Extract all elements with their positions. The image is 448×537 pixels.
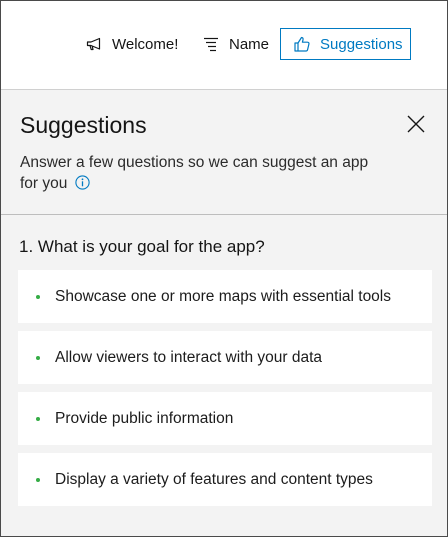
question-heading: 1. What is your goal for the app?	[19, 237, 265, 256]
text-lines-icon	[202, 35, 220, 53]
thumbs-up-icon	[293, 35, 311, 53]
option-label: Display a variety of features and conten…	[55, 470, 373, 488]
option-public-information[interactable]: Provide public information	[18, 392, 432, 445]
option-label: Showcase one or more maps with essential…	[55, 287, 391, 305]
option-label: Provide public information	[55, 409, 234, 427]
info-icon[interactable]	[75, 175, 90, 190]
bullet-icon	[36, 294, 40, 299]
option-label: Allow viewers to interact with your data	[55, 348, 323, 366]
suggestions-label: Suggestions	[320, 35, 403, 53]
close-button[interactable]	[405, 113, 427, 135]
close-icon	[407, 115, 425, 133]
welcome-button[interactable]: Welcome!	[85, 28, 178, 60]
answer-options-list: Showcase one or more maps with essential…	[18, 270, 432, 514]
bullet-icon	[36, 477, 40, 482]
bullet-icon	[36, 416, 40, 421]
option-interact-data[interactable]: Allow viewers to interact with your data	[18, 331, 432, 384]
name-label: Name	[229, 35, 270, 53]
suggestions-panel-header: Suggestions Answer a few questions so we…	[1, 90, 447, 215]
app-window: Welcome! Name Suggestions Suggestions An…	[0, 0, 448, 537]
suggestions-button[interactable]: Suggestions	[280, 28, 411, 60]
panel-title: Suggestions	[20, 112, 147, 138]
panel-description: Answer a few questions so we can suggest…	[20, 152, 380, 194]
name-button[interactable]: Name	[202, 28, 269, 60]
description-text: Answer a few questions so we can suggest…	[20, 154, 369, 192]
megaphone-icon	[85, 35, 103, 53]
option-variety-features[interactable]: Display a variety of features and conten…	[18, 453, 432, 506]
top-toolbar: Welcome! Name Suggestions	[1, 1, 447, 90]
welcome-label: Welcome!	[112, 35, 179, 53]
option-showcase-maps[interactable]: Showcase one or more maps with essential…	[18, 270, 432, 323]
bullet-icon	[36, 355, 40, 360]
